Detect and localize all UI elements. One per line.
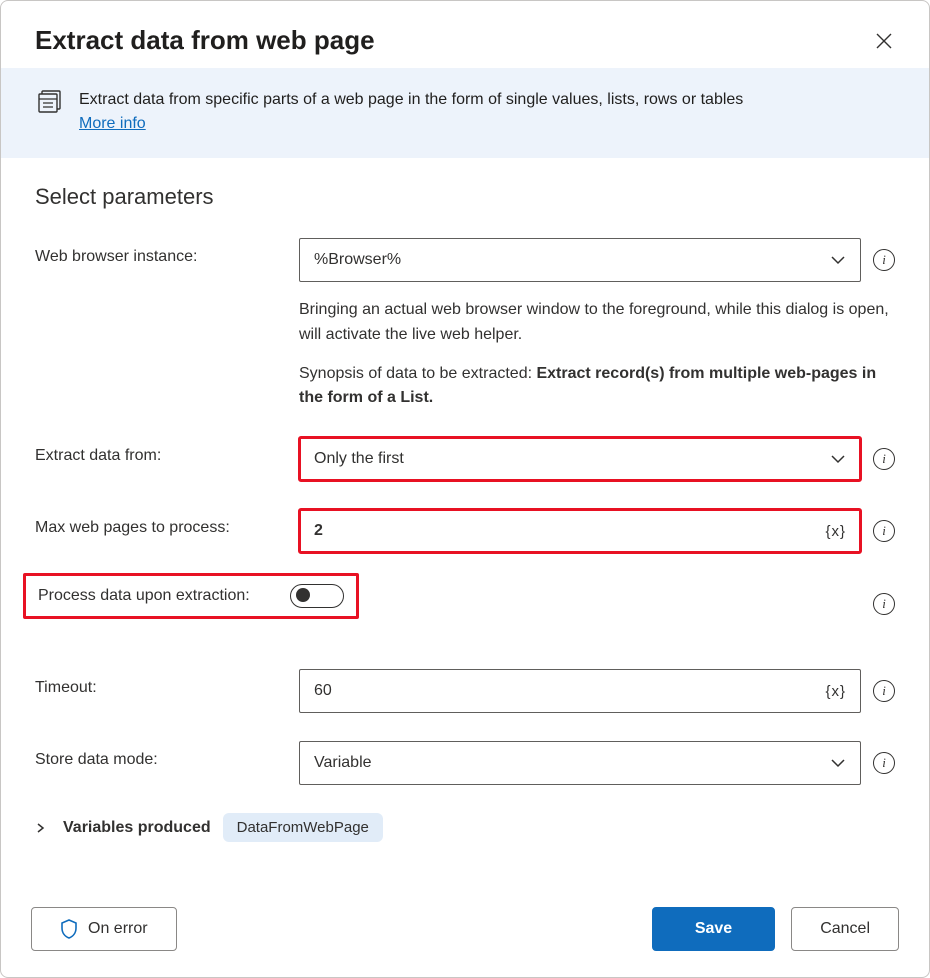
row-timeout: Timeout: 60 {x} i bbox=[35, 669, 895, 713]
variable-chip[interactable]: DataFromWebPage bbox=[223, 813, 383, 842]
toggle-knob bbox=[296, 588, 310, 602]
cancel-button[interactable]: Cancel bbox=[791, 907, 899, 951]
variable-token-icon[interactable]: {x} bbox=[825, 683, 846, 700]
banner-description: Extract data from specific parts of a we… bbox=[79, 91, 743, 108]
on-error-label: On error bbox=[88, 920, 148, 938]
browser-helper-text: Bringing an actual web browser window to… bbox=[299, 298, 895, 411]
banner-text: Extract data from specific parts of a we… bbox=[79, 88, 743, 136]
variables-produced-row: Variables produced DataFromWebPage bbox=[35, 813, 895, 842]
more-info-link[interactable]: More info bbox=[79, 115, 146, 132]
on-error-button[interactable]: On error bbox=[31, 907, 177, 951]
info-icon[interactable]: i bbox=[873, 448, 895, 470]
extract-from-value: Only the first bbox=[314, 450, 404, 468]
store-mode-value: Variable bbox=[314, 754, 372, 772]
store-mode-select[interactable]: Variable bbox=[299, 741, 861, 785]
helper-line2: Synopsis of data to be extracted: Extrac… bbox=[299, 362, 895, 412]
extract-icon bbox=[37, 88, 63, 114]
store-mode-label: Store data mode: bbox=[35, 741, 281, 769]
browser-instance-label: Web browser instance: bbox=[35, 238, 281, 266]
shield-icon bbox=[60, 919, 78, 939]
timeout-input[interactable]: 60 {x} bbox=[299, 669, 861, 713]
timeout-label: Timeout: bbox=[35, 669, 281, 697]
row-process-data: Process data upon extraction: i bbox=[35, 581, 895, 641]
close-button[interactable] bbox=[869, 26, 899, 56]
extract-from-select[interactable]: Only the first bbox=[299, 437, 861, 481]
process-data-label: Process data upon extraction: bbox=[38, 587, 272, 605]
browser-instance-value: %Browser% bbox=[314, 251, 401, 269]
dialog-header: Extract data from web page bbox=[1, 1, 929, 68]
info-icon[interactable]: i bbox=[873, 680, 895, 702]
max-pages-input[interactable]: 2 {x} bbox=[299, 509, 861, 553]
info-icon[interactable]: i bbox=[873, 593, 895, 615]
extract-from-label: Extract data from: bbox=[35, 437, 281, 465]
row-browser-instance: Web browser instance: %Browser% i bbox=[35, 238, 895, 282]
variables-produced-label: Variables produced bbox=[63, 819, 211, 837]
max-pages-label: Max web pages to process: bbox=[35, 509, 281, 537]
info-icon[interactable]: i bbox=[873, 752, 895, 774]
browser-instance-select[interactable]: %Browser% bbox=[299, 238, 861, 282]
close-icon bbox=[875, 32, 893, 50]
save-button[interactable]: Save bbox=[652, 907, 775, 951]
process-data-toggle[interactable] bbox=[290, 584, 344, 608]
chevron-down-icon bbox=[830, 451, 846, 467]
variable-token-icon[interactable]: {x} bbox=[825, 523, 846, 540]
row-max-pages: Max web pages to process: 2 {x} i bbox=[35, 509, 895, 553]
row-store-mode: Store data mode: Variable i bbox=[35, 741, 895, 785]
cancel-label: Cancel bbox=[820, 920, 870, 938]
info-icon[interactable]: i bbox=[873, 520, 895, 542]
dialog-footer: On error Save Cancel bbox=[1, 887, 929, 977]
synopsis-prefix: Synopsis of data to be extracted: bbox=[299, 365, 536, 382]
footer-right: Save Cancel bbox=[652, 907, 899, 951]
save-label: Save bbox=[695, 920, 732, 938]
chevron-down-icon bbox=[830, 252, 846, 268]
expand-chevron-icon[interactable] bbox=[35, 822, 47, 834]
dialog-body: Select parameters Web browser instance: … bbox=[1, 158, 929, 887]
chevron-down-icon bbox=[830, 755, 846, 771]
max-pages-value: 2 bbox=[314, 522, 825, 540]
helper-line1: Bringing an actual web browser window to… bbox=[299, 298, 895, 348]
dialog-title: Extract data from web page bbox=[35, 25, 375, 56]
section-title: Select parameters bbox=[35, 184, 895, 210]
row-extract-from: Extract data from: Only the first i bbox=[35, 437, 895, 481]
info-banner: Extract data from specific parts of a we… bbox=[1, 68, 929, 158]
info-icon[interactable]: i bbox=[873, 249, 895, 271]
timeout-value: 60 bbox=[314, 682, 825, 700]
dialog: Extract data from web page Extract data … bbox=[0, 0, 930, 978]
process-data-highlight: Process data upon extraction: bbox=[23, 573, 359, 619]
